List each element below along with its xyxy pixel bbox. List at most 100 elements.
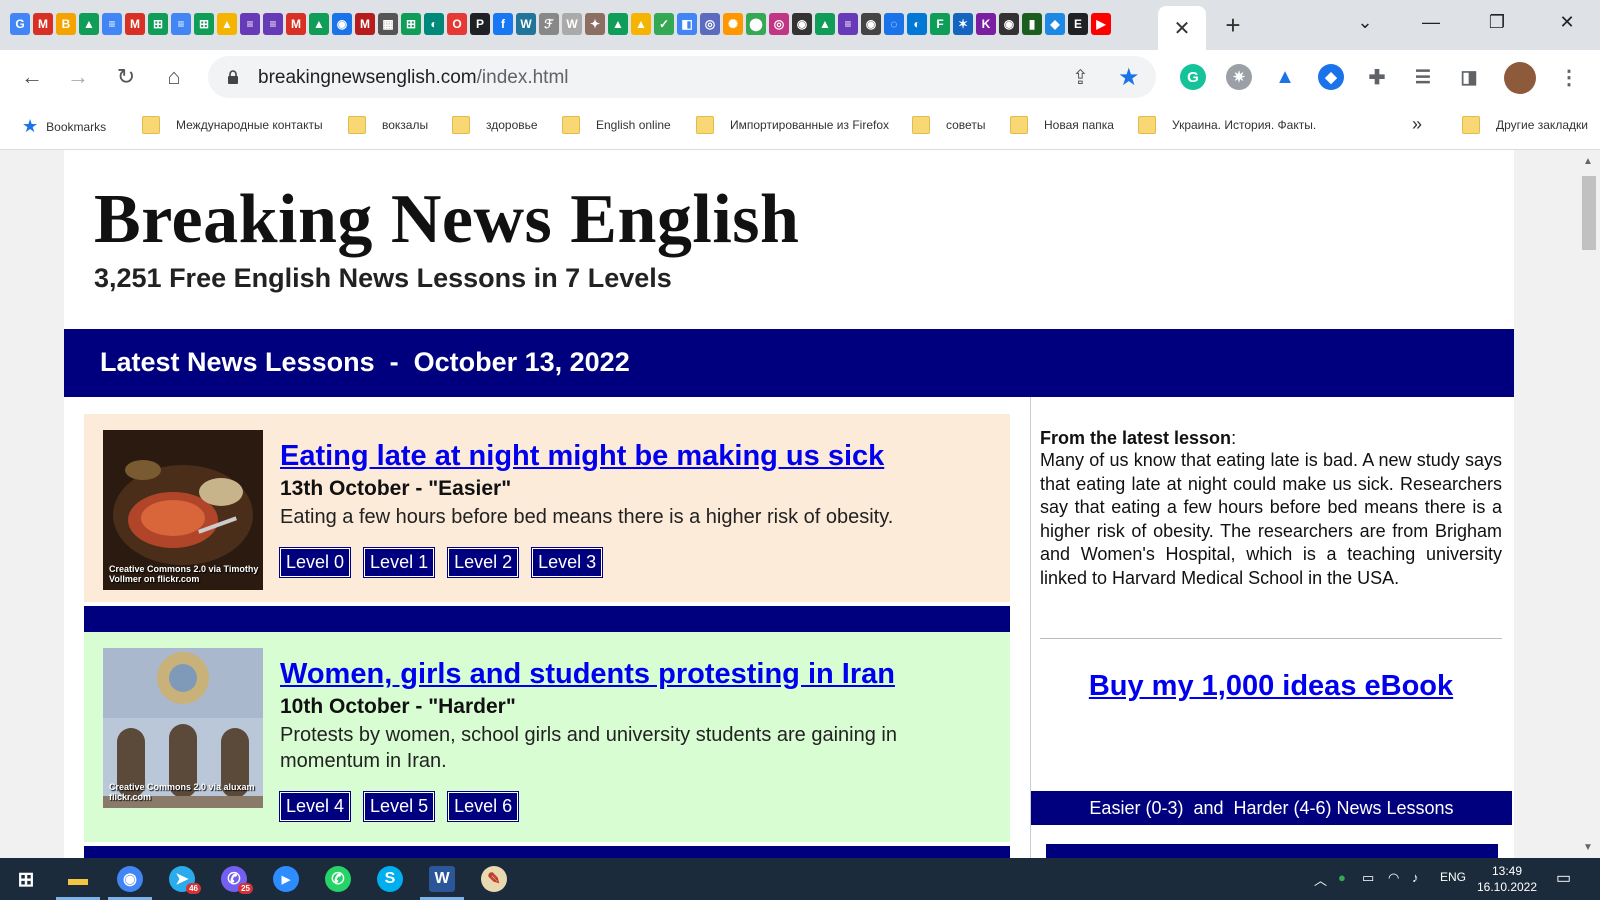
word-icon[interactable]: W: [429, 866, 455, 892]
google-docs-icon[interactable]: G: [10, 13, 30, 35]
drive-icon[interactable]: ▲: [631, 13, 651, 35]
github-icon[interactable]: ◉: [792, 13, 812, 35]
bookmark-folder[interactable]: здоровье: [452, 116, 538, 134]
extensions-puzzle-icon[interactable]: ✚: [1364, 64, 1390, 90]
extension-gear-icon[interactable]: ✷: [1226, 64, 1252, 90]
file-explorer-icon[interactable]: ▬: [62, 863, 94, 895]
docs-icon[interactable]: ≡: [171, 13, 191, 35]
mail-icon[interactable]: M: [355, 13, 375, 35]
bookmark-folder[interactable]: вокзалы: [348, 116, 428, 134]
bookmark-extension-icon[interactable]: ◆: [1318, 64, 1344, 90]
tools-icon[interactable]: ✦: [585, 13, 605, 35]
classroom-icon[interactable]: ◐: [424, 13, 444, 35]
forms-icon[interactable]: ≡: [263, 13, 283, 35]
bookmark-folder[interactable]: Новая папка: [1010, 116, 1114, 134]
reload-button[interactable]: ↻: [110, 61, 142, 93]
bookmark-folder[interactable]: English online: [562, 116, 671, 134]
reading-list-icon[interactable]: ☰: [1410, 64, 1436, 90]
classroom-icon[interactable]: ◉: [332, 13, 352, 35]
lesson-thumbnail-mosque[interactable]: Creative Commons 2.0 via aluxam flickr.c…: [103, 648, 263, 808]
level-5-button[interactable]: Level 5: [363, 791, 436, 822]
news-icon[interactable]: ▦: [378, 13, 398, 35]
forward-button[interactable]: →: [62, 61, 94, 93]
instagram-icon[interactable]: ◎: [769, 13, 789, 35]
github-icon[interactable]: ◉: [861, 13, 881, 35]
phone-icon[interactable]: ▮: [1022, 13, 1042, 35]
tray-language[interactable]: ENG: [1440, 870, 1466, 884]
active-tab[interactable]: ✕: [1158, 6, 1206, 50]
tab-search-button[interactable]: ⌄: [1338, 0, 1392, 44]
gmail-icon[interactable]: M: [286, 13, 306, 35]
level-1-button[interactable]: Level 1: [363, 547, 436, 578]
page-scrollbar[interactable]: ▲ ▼: [1578, 150, 1600, 858]
viber-icon[interactable]: ✆ 25: [221, 866, 253, 894]
refresh-icon[interactable]: ◌: [884, 13, 904, 35]
github-icon[interactable]: ◉: [999, 13, 1019, 35]
address-bar[interactable]: breakingnewsenglish.com/index.html ⇪ ★: [208, 56, 1156, 98]
fire-icon[interactable]: ✺: [723, 13, 743, 35]
edge-icon[interactable]: ◐: [907, 13, 927, 35]
ebook-link[interactable]: Buy my 1,000 ideas eBook: [1040, 670, 1502, 703]
wordpress-icon[interactable]: W: [516, 13, 536, 35]
scroll-up-arrow-icon[interactable]: ▲: [1583, 156, 1593, 167]
graduation-cap-icon[interactable]: ▲: [1272, 64, 1298, 90]
sheets-icon[interactable]: ⊞: [148, 13, 168, 35]
lock-icon[interactable]: [222, 66, 244, 88]
bookmark-star-icon[interactable]: ★: [1118, 63, 1140, 92]
f-icon[interactable]: F: [930, 13, 950, 35]
ukraine-icon[interactable]: ✶: [953, 13, 973, 35]
blogger-icon[interactable]: B: [56, 13, 76, 35]
drop-icon[interactable]: ◆: [1045, 13, 1065, 35]
sheets-icon[interactable]: ⊞: [401, 13, 421, 35]
new-tab-button[interactable]: +: [1218, 10, 1248, 40]
level-6-button[interactable]: Level 6: [447, 791, 520, 822]
scroll-down-arrow-icon[interactable]: ▼: [1583, 842, 1593, 853]
drive-icon[interactable]: ▲: [608, 13, 628, 35]
minimize-button[interactable]: —: [1404, 0, 1458, 44]
tray-chevron-up-icon[interactable]: ︿: [1314, 870, 1327, 889]
tray-clock[interactable]: 13:49 16.10.2022: [1472, 863, 1542, 895]
facebook-icon[interactable]: f: [493, 13, 513, 35]
home-button[interactable]: ⌂: [158, 61, 190, 93]
k-icon[interactable]: K: [976, 13, 996, 35]
lesson-title-link[interactable]: Eating late at night might be making us …: [280, 440, 884, 473]
tray-wifi-icon[interactable]: ◠: [1388, 870, 1399, 886]
script-icon[interactable]: ℱ: [539, 13, 559, 35]
check-icon[interactable]: ✓: [654, 13, 674, 35]
side-panel-icon[interactable]: ◨: [1456, 64, 1482, 90]
bookmark-folder[interactable]: Украина. История. Факты.: [1138, 116, 1316, 134]
gmail-icon[interactable]: M: [125, 13, 145, 35]
close-tab-icon[interactable]: ✕: [1174, 16, 1191, 41]
bookmark-folder[interactable]: Международные контакты: [142, 116, 323, 134]
skype-icon[interactable]: S: [377, 866, 403, 892]
url-text[interactable]: breakingnewsenglish.com/index.html: [258, 67, 569, 89]
tray-volume-icon[interactable]: ♪: [1412, 870, 1419, 885]
drive-icon[interactable]: ▲: [815, 13, 835, 35]
level-4-button[interactable]: Level 4: [278, 791, 352, 822]
gmail-icon[interactable]: M: [33, 13, 53, 35]
menu-kebab-icon[interactable]: ⋮: [1556, 64, 1582, 90]
forms-icon[interactable]: ≡: [240, 13, 260, 35]
docs-icon[interactable]: ≡: [102, 13, 122, 35]
lesson-thumbnail-food[interactable]: Creative Commons 2.0 via Timothy Vollmer…: [103, 430, 263, 590]
whatsapp-icon[interactable]: ✆: [325, 866, 351, 892]
site-title[interactable]: Breaking News English: [94, 180, 799, 260]
grammarly-icon[interactable]: G: [1180, 64, 1206, 90]
forms-icon[interactable]: ≡: [838, 13, 858, 35]
google-drive-icon[interactable]: ▲: [79, 13, 99, 35]
circle-icon[interactable]: ◎: [700, 13, 720, 35]
bookmark-folder[interactable]: Импортированные из Firefox: [696, 116, 889, 134]
zoom-icon[interactable]: ▶: [273, 866, 299, 892]
doc-icon[interactable]: ◧: [677, 13, 697, 35]
scrollbar-thumb[interactable]: [1582, 176, 1596, 250]
bookmark-folder[interactable]: советы: [912, 116, 985, 134]
telegram-icon[interactable]: ➤ 46: [169, 866, 201, 894]
p-icon[interactable]: P: [470, 13, 490, 35]
chrome-icon[interactable]: ◉: [117, 866, 143, 892]
profile-avatar[interactable]: [1504, 62, 1536, 94]
drive-icon[interactable]: ▲: [217, 13, 237, 35]
share-icon[interactable]: ⇪: [1072, 65, 1089, 90]
easier-harder-lessons-bar[interactable]: Easier (0-3) and Harder (4-6) News Lesso…: [1031, 791, 1512, 825]
tray-battery-icon[interactable]: ▭: [1362, 870, 1374, 886]
youtube-icon[interactable]: ▶: [1091, 13, 1111, 35]
